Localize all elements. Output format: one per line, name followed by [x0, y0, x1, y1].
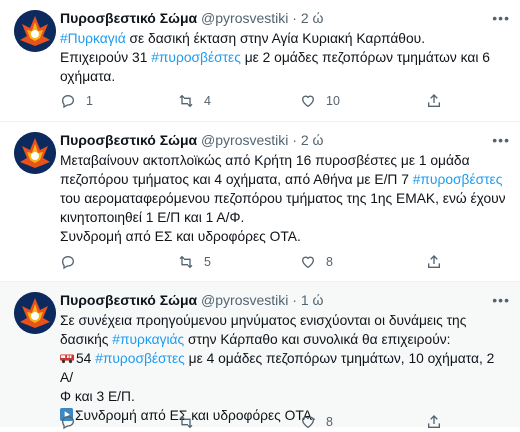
display-name[interactable]: Πυροσβεστικό Σώμα — [60, 132, 197, 148]
fire-truck-icon — [60, 354, 74, 364]
like-count: 10 — [326, 94, 340, 108]
retweet-icon — [179, 94, 193, 108]
avatar[interactable] — [14, 292, 56, 334]
display-name[interactable]: Πυροσβεστικό Σώμα — [60, 292, 197, 308]
reply-icon — [61, 94, 75, 109]
separator-dot: · — [292, 10, 297, 26]
share-icon — [428, 94, 440, 107]
user-handle[interactable]: @pyrosvestiki — [201, 10, 288, 26]
reply-button[interactable]: 1 — [60, 93, 93, 109]
share-button[interactable] — [426, 93, 442, 109]
hashtag-link[interactable]: #πυροσβέστες — [95, 351, 185, 366]
reply-icon — [61, 255, 75, 270]
tweet-actions: 5 8 — [60, 254, 460, 272]
hashtag-link[interactable]: #Πυρκαγιά — [60, 31, 126, 46]
more-icon[interactable]: ••• — [492, 131, 510, 149]
avatar-logo-icon — [14, 132, 56, 174]
reply-count: 1 — [86, 94, 93, 108]
retweet-icon — [179, 415, 193, 429]
hashtag-link[interactable]: #πυροσβέστες — [413, 172, 503, 187]
user-handle[interactable]: @pyrosvestiki — [201, 132, 288, 148]
share-icon — [428, 255, 440, 268]
tweet-text: #Πυρκαγιά σε δασική έκταση στην Αγία Κυρ… — [60, 31, 490, 84]
hashtag-link[interactable]: #πυροσβέστες — [151, 50, 241, 65]
retweet-count: 5 — [204, 255, 211, 269]
like-button[interactable]: 10 — [300, 93, 340, 109]
timestamp[interactable]: 1 ώ — [301, 292, 324, 308]
share-icon — [428, 415, 440, 428]
timestamp[interactable]: 2 ώ — [301, 10, 324, 26]
avatar-logo-icon — [14, 292, 56, 334]
avatar-logo-icon — [14, 10, 56, 52]
like-icon — [301, 416, 315, 429]
reply-icon — [61, 415, 75, 430]
tweet[interactable]: Πυροσβεστικό Σώμα @pyrosvestiki · 2 ώ ••… — [0, 0, 520, 122]
tweet-text: Σε συνέχεια προηγούμενου μηνύματος ενισχ… — [60, 313, 495, 423]
reply-button[interactable] — [60, 414, 86, 430]
retweet-icon — [179, 255, 193, 269]
avatar[interactable] — [14, 10, 56, 52]
tweet-text: Μεταβαίνουν ακτοπλοϊκώς από Κρήτη 16 πυρ… — [60, 153, 506, 244]
hashtag-link[interactable]: #πυρκαγιάς — [112, 332, 184, 347]
more-icon[interactable]: ••• — [492, 9, 510, 27]
tweet[interactable]: Πυροσβεστικό Σώμα @pyrosvestiki · 1 ώ ••… — [0, 282, 520, 430]
tweet-header: Πυροσβεστικό Σώμα @pyrosvestiki · 2 ώ ••… — [60, 131, 510, 149]
retweet-button[interactable]: 5 — [178, 254, 211, 270]
tweet-header: Πυροσβεστικό Σώμα @pyrosvestiki · 2 ώ ••… — [60, 9, 510, 27]
reply-button[interactable] — [60, 254, 86, 270]
separator-dot: · — [292, 292, 297, 308]
retweet-button[interactable] — [178, 414, 204, 430]
like-button[interactable]: 8 — [300, 254, 333, 270]
separator-dot: · — [292, 132, 297, 148]
timestamp[interactable]: 2 ώ — [301, 132, 324, 148]
retweet-count: 4 — [204, 94, 211, 108]
user-handle[interactable]: @pyrosvestiki — [201, 292, 288, 308]
avatar[interactable] — [14, 132, 56, 174]
like-count: 8 — [326, 255, 333, 269]
more-icon[interactable]: ••• — [492, 291, 510, 309]
share-button[interactable] — [426, 254, 442, 270]
share-button[interactable] — [426, 414, 442, 430]
tweet-actions: 1 4 10 — [60, 93, 460, 111]
tweet-header: Πυροσβεστικό Σώμα @pyrosvestiki · 1 ώ ••… — [60, 291, 510, 309]
like-icon — [301, 95, 315, 108]
like-icon — [301, 256, 315, 269]
tweet[interactable]: Πυροσβεστικό Σώμα @pyrosvestiki · 2 ώ ••… — [0, 122, 520, 282]
retweet-button[interactable]: 4 — [178, 93, 211, 109]
display-name[interactable]: Πυροσβεστικό Σώμα — [60, 10, 197, 26]
tweet-actions: 8 — [60, 414, 460, 432]
like-button[interactable]: 8 — [300, 414, 333, 430]
